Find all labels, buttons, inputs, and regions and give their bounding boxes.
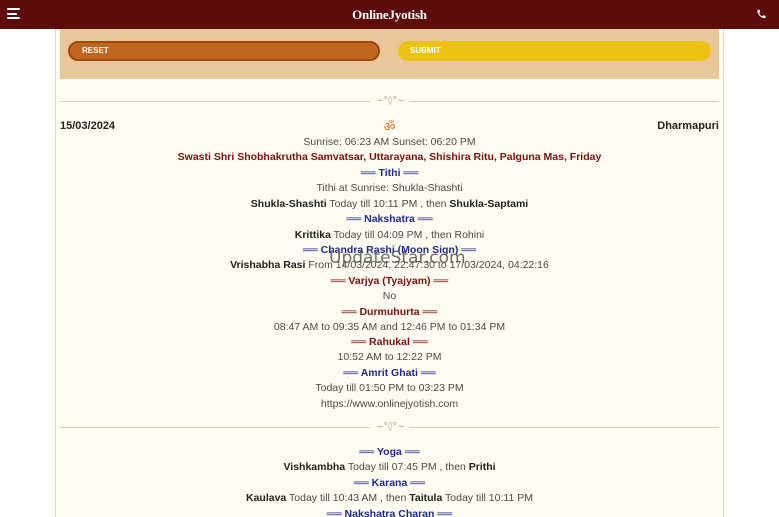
nakshatra-line: Krittika Today till 04:09 PM , then Rohi… — [56, 229, 723, 241]
yoga-line: Vishkambha Today till 07:45 PM , then Pr… — [56, 461, 723, 473]
varjya-value: No — [382, 290, 397, 302]
nakshatra-time: Today till 04:09 PM , then Rohini — [330, 229, 485, 241]
tithi-next: Shukla-Saptami — [449, 198, 529, 210]
tithi-line: Shukla-Shashti Today till 10:11 PM , the… — [56, 198, 723, 210]
site-brand[interactable]: OnlineJyotish — [0, 7, 779, 23]
nakshatra-heading: ══ Nakshatra ══ — [346, 213, 433, 225]
tithi-at-sunrise: Tithi at Sunrise: Shukla-Shashti — [316, 182, 463, 194]
form-actions: RESET SUBMIT — [60, 29, 719, 79]
samvat-line: Swasti Shri Shobhakrutha Samvatsar, Utta… — [177, 151, 602, 163]
amrit-ghati-value: Today till 01:50 PM to 03:23 PM — [315, 382, 464, 394]
yoga-heading: ══ Yoga ══ — [359, 446, 420, 458]
sunrise-sunset: Sunrise: 06:23 AM Sunset: 06:20 PM — [303, 136, 476, 148]
top-navbar: OnlineJyotish — [0, 0, 779, 29]
tithi-time: Today till 10:11 PM , then — [326, 198, 450, 210]
nakshatra-charan-heading: ══ Nakshatra Charan ══ — [326, 508, 453, 517]
rahukal-heading: ══ Rahukal ══ — [351, 336, 428, 348]
amrit-ghati-heading: ══ Amrit Ghati ══ — [343, 367, 436, 379]
nakshatra-current: Krittika — [294, 229, 331, 241]
phone-icon[interactable] — [756, 8, 767, 20]
panchang-place: Dharmapuri — [657, 120, 719, 132]
yoga-time: Today till 07:45 PM , then — [345, 461, 469, 473]
submit-button[interactable]: SUBMIT — [398, 41, 711, 61]
yoga-next: Prithi — [468, 461, 496, 473]
durmuhurta-value: 08:47 AM to 09:35 AM and 12:46 PM to 01:… — [273, 321, 506, 333]
site-url[interactable]: https://www.onlinejyotish.com — [56, 398, 723, 410]
rashi-name: Vrishabha Rasi — [230, 259, 306, 271]
ornament-divider: ~°◊°~ — [60, 96, 719, 106]
ornament-glyph: ~°◊°~ — [376, 96, 405, 106]
om-symbol: ॐ — [383, 120, 396, 135]
reset-button[interactable]: RESET — [68, 41, 380, 61]
karana-line: Kaulava Today till 10:43 AM , then Taitu… — [56, 492, 723, 504]
rahukal-value: 10:52 AM to 12:22 PM — [337, 351, 442, 363]
durmuhurta-heading: ══ Durmuhurta ══ — [341, 306, 438, 318]
watermark-text: UpdateStar.com — [329, 248, 466, 268]
tithi-heading: ══ Tithi ══ — [360, 167, 419, 179]
karana-next: Taitula — [409, 492, 443, 504]
ornament-glyph-2: ~°◊°~ — [376, 422, 405, 432]
yoga-current: Vishkambha — [283, 461, 346, 473]
ornament-divider-2: ~°◊°~ — [60, 422, 719, 432]
varjya-heading: ══ Varjya (Tyajyam) ══ — [330, 275, 449, 287]
karana-next-time: Today till 10:11 PM — [442, 492, 533, 504]
karana-current: Kaulava — [246, 492, 287, 504]
karana-time: Today till 10:43 AM , then — [286, 492, 410, 504]
tithi-current: Shukla-Shashti — [250, 198, 327, 210]
karana-heading: ══ Karana ══ — [353, 477, 426, 489]
panchang-panel: RESET SUBMIT ~°◊°~ 15/03/2024 ॐ Dharmapu… — [55, 29, 724, 517]
